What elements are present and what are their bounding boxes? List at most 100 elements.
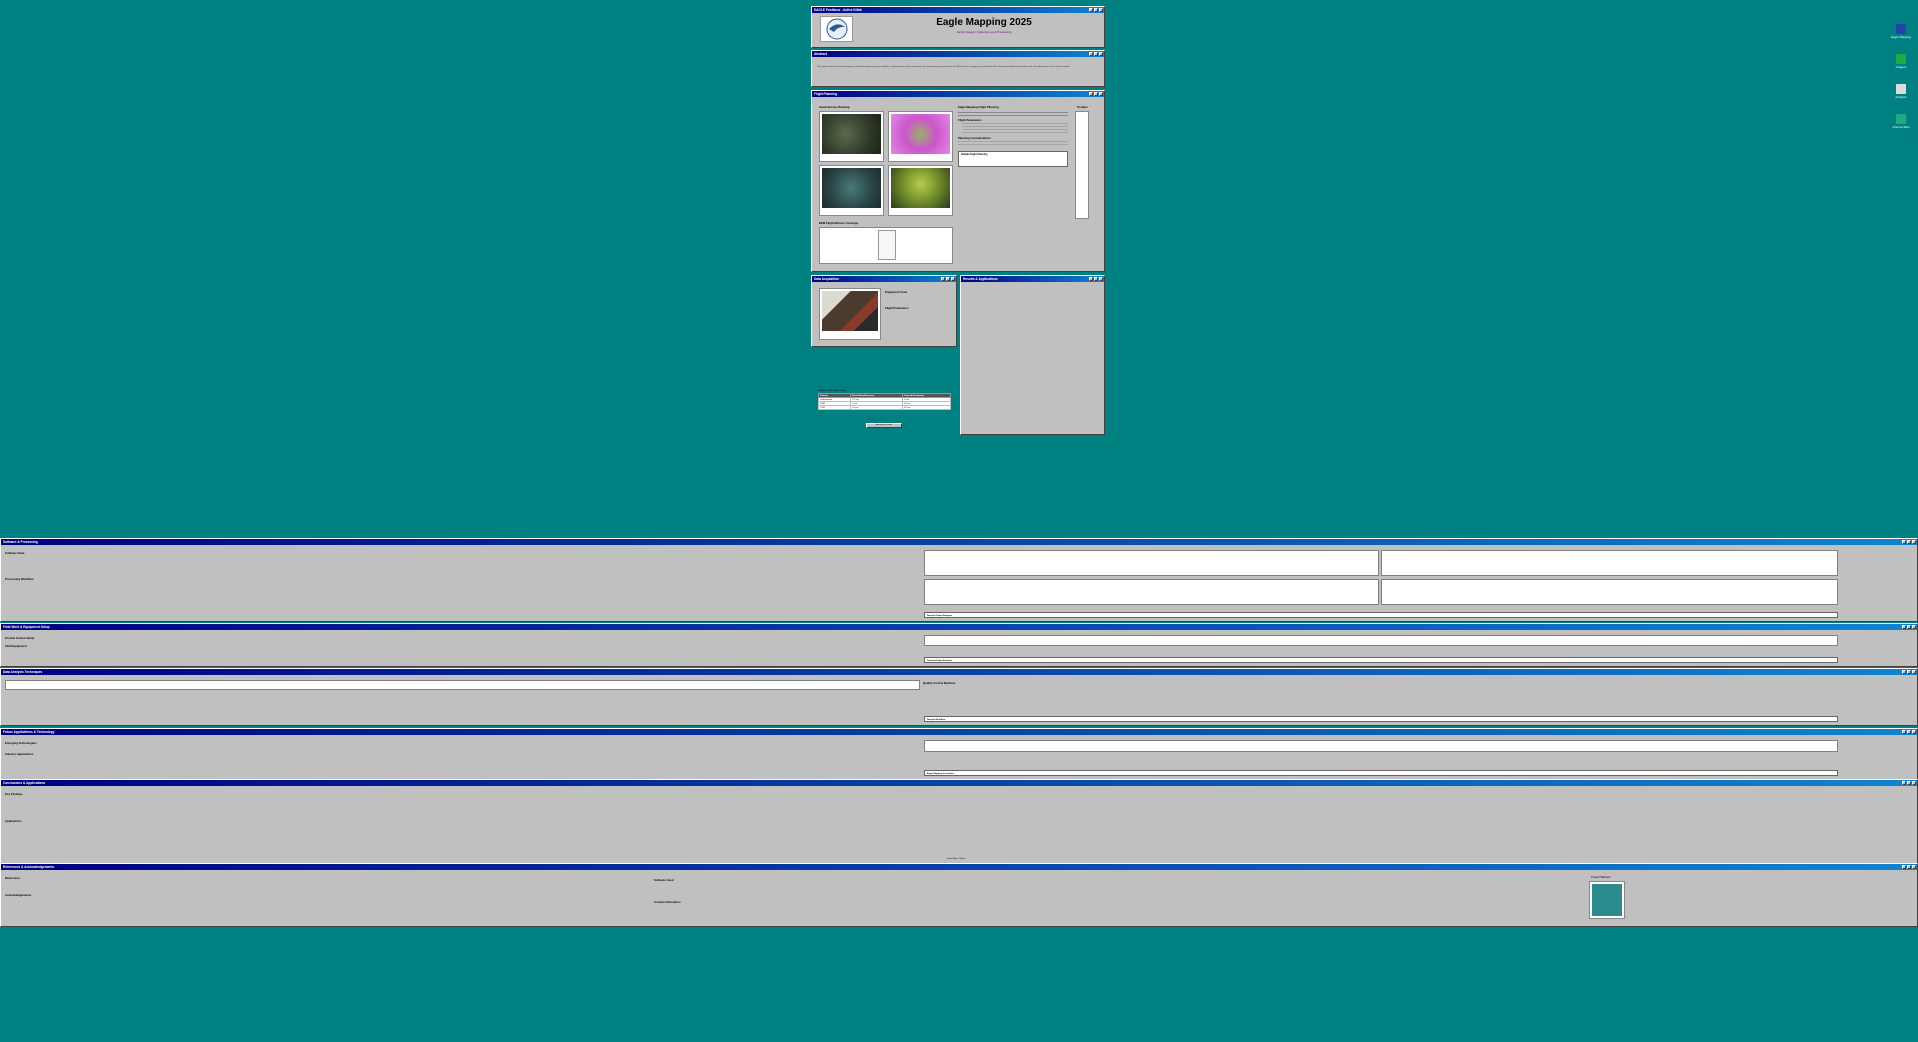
section-callout[interactable]: Eagle Mapping Innovation bbox=[924, 770, 1838, 776]
page-subtitle: Aerial Imagery Collection and Processing bbox=[956, 30, 1012, 34]
desktop-icon[interactable]: Eagle Mapping bbox=[1888, 24, 1914, 39]
survey-image-1[interactable] bbox=[819, 111, 884, 162]
minimize-button[interactable] bbox=[1902, 540, 1906, 544]
data-window-titlebar[interactable]: Data Acquisition bbox=[812, 276, 956, 282]
desktop-icon[interactable]: Analysis bbox=[1888, 84, 1914, 99]
section-titlebar[interactable]: Future Applications & Technology bbox=[1, 729, 1917, 735]
desktop-icon-label: Internet Map bbox=[1892, 125, 1910, 129]
maximize-button[interactable] bbox=[1907, 540, 1911, 544]
maximize-button[interactable] bbox=[1907, 625, 1911, 629]
globe-icon bbox=[1896, 114, 1906, 124]
software-used-heading: Software Used bbox=[654, 878, 674, 882]
close-button[interactable] bbox=[1912, 670, 1916, 674]
maximize-button[interactable] bbox=[1094, 52, 1098, 56]
maximize-button[interactable] bbox=[1094, 8, 1098, 12]
close-button[interactable] bbox=[1099, 92, 1103, 96]
equipment-heading: Equipment Used bbox=[885, 290, 908, 294]
section-window[interactable]: References & Acknowledgements References A… bbox=[0, 863, 1918, 927]
minimize-button[interactable] bbox=[1902, 670, 1906, 674]
acquisition-details-button[interactable]: Acquisition Details bbox=[866, 423, 902, 428]
header-window[interactable]: EAGLE Positions - Active Killah Eagle Ma… bbox=[811, 6, 1105, 48]
data-acquisition-window[interactable]: Data Acquisition Equipment Used Flight P… bbox=[811, 275, 957, 347]
minimize-button[interactable] bbox=[1902, 865, 1906, 869]
results-window-titlebar[interactable]: Results & Applications bbox=[961, 276, 1104, 282]
section-figure[interactable] bbox=[924, 635, 1838, 646]
software-figure-4[interactable] bbox=[1381, 579, 1838, 605]
close-button[interactable] bbox=[1912, 781, 1916, 785]
desktop-icon[interactable]: Internet Map bbox=[1888, 114, 1914, 129]
toolbox-label: Toolbox bbox=[1077, 105, 1088, 109]
close-button[interactable] bbox=[1099, 52, 1103, 56]
close-button[interactable] bbox=[1912, 865, 1916, 869]
maximize-button[interactable] bbox=[946, 277, 950, 281]
acquisition-table: Dataset Resolution/Accuracy Ground Resolut… bbox=[817, 393, 951, 410]
minimize-button[interactable] bbox=[941, 277, 945, 281]
minimize-button[interactable] bbox=[1902, 730, 1906, 734]
section-subheading: Quality Control Methods bbox=[923, 681, 956, 685]
maximize-button[interactable] bbox=[1907, 730, 1911, 734]
section-titlebar[interactable]: Conclusions & Applications bbox=[1, 780, 1917, 786]
results-window[interactable]: Results & Applications bbox=[960, 275, 1105, 435]
eagle-icon bbox=[826, 18, 847, 40]
close-button[interactable] bbox=[951, 277, 955, 281]
close-button[interactable] bbox=[1912, 625, 1916, 629]
section-window[interactable]: Data Analysis TechniquesGCMP Data Classi… bbox=[0, 668, 1918, 726]
acquisition-table-heading: Acquisition Summary bbox=[817, 388, 846, 392]
section-callout[interactable]: Sample Workflow bbox=[924, 716, 1838, 722]
section-window[interactable]: Future Applications & Technology Emerging… bbox=[0, 728, 1918, 780]
abstract-window[interactable]: Abstract This project documents aerial m… bbox=[811, 50, 1105, 87]
minimize-button[interactable] bbox=[1089, 277, 1093, 281]
maximize-button[interactable] bbox=[1907, 670, 1911, 674]
section-titlebar[interactable]: Software & Processing bbox=[1, 539, 1917, 545]
page-title: Eagle Mapping 2025 bbox=[936, 17, 1032, 28]
section-subheading: Processing Workflow bbox=[5, 577, 34, 581]
maximize-button[interactable] bbox=[1907, 865, 1911, 869]
params-heading: Flight Parameters bbox=[885, 306, 909, 310]
minimize-button[interactable] bbox=[1902, 781, 1906, 785]
minimize-button[interactable] bbox=[1089, 8, 1093, 12]
close-button[interactable] bbox=[1912, 730, 1916, 734]
window-title: EAGLE Positions - Active Killah bbox=[814, 8, 863, 12]
survey-image-4[interactable] bbox=[888, 165, 953, 216]
section-figure[interactable] bbox=[924, 740, 1838, 752]
flight-window-titlebar[interactable]: Flight Planning bbox=[812, 91, 1104, 97]
qr-label: Project Website bbox=[1591, 876, 1611, 879]
minimize-button[interactable] bbox=[1902, 625, 1906, 629]
dem-coverage-heading: DEM Flight Mission Coverage bbox=[819, 221, 859, 225]
eagle-logo bbox=[820, 16, 853, 42]
section-titlebar[interactable]: Field Work & Equipment Setup bbox=[1, 624, 1917, 630]
learn-more-link[interactable]: Learn More Online bbox=[947, 858, 965, 860]
section-titlebar[interactable]: Data Analysis Techniques bbox=[1, 669, 1917, 675]
section-heading: Key Findings bbox=[5, 792, 23, 796]
minimize-button[interactable] bbox=[1089, 52, 1093, 56]
analysis-figure[interactable] bbox=[5, 680, 920, 690]
header-window-titlebar[interactable]: EAGLE Positions - Active Killah bbox=[812, 7, 1104, 13]
survey-image-3[interactable] bbox=[819, 165, 884, 216]
section-window[interactable]: Conclusions & Applications Key Findings Ap… bbox=[0, 779, 1918, 865]
survey-image-2[interactable] bbox=[888, 111, 953, 162]
qr-code[interactable] bbox=[1589, 881, 1625, 919]
maximize-button[interactable] bbox=[1094, 92, 1098, 96]
dem-coverage-panel bbox=[819, 227, 953, 264]
software-figure-3[interactable] bbox=[924, 579, 1379, 605]
close-button[interactable] bbox=[1912, 540, 1916, 544]
minimize-button[interactable] bbox=[1089, 92, 1093, 96]
section-callout[interactable]: Technical Specifications bbox=[924, 657, 1838, 663]
maximize-button[interactable] bbox=[1094, 277, 1098, 281]
abstract-text: This project documents aerial mapping co… bbox=[817, 66, 1071, 68]
close-button[interactable] bbox=[1099, 277, 1103, 281]
flight-planning-window[interactable]: Flight Planning Aerial Survey Planning D… bbox=[811, 90, 1105, 272]
desktop-icon[interactable]: Imagery bbox=[1888, 54, 1914, 69]
software-figure-2[interactable] bbox=[1381, 550, 1838, 576]
maximize-button[interactable] bbox=[1907, 781, 1911, 785]
close-button[interactable] bbox=[1099, 8, 1103, 12]
section-window[interactable]: Software & Processing Software Suite Proce… bbox=[0, 538, 1918, 622]
section-window[interactable]: Field Work & Equipment Setup Ground Contr… bbox=[0, 623, 1918, 667]
toolbox-panel[interactable] bbox=[1075, 111, 1089, 219]
section-titlebar[interactable]: References & Acknowledgements bbox=[1, 864, 1917, 870]
sample-flight-callout[interactable]: Sample Flight Planning bbox=[958, 151, 1068, 167]
section-callout[interactable]: Sample Output Diagram bbox=[924, 612, 1838, 618]
abstract-window-titlebar[interactable]: Abstract bbox=[812, 51, 1104, 57]
software-figure-1[interactable] bbox=[924, 550, 1379, 576]
equipment-photo[interactable] bbox=[819, 288, 881, 340]
